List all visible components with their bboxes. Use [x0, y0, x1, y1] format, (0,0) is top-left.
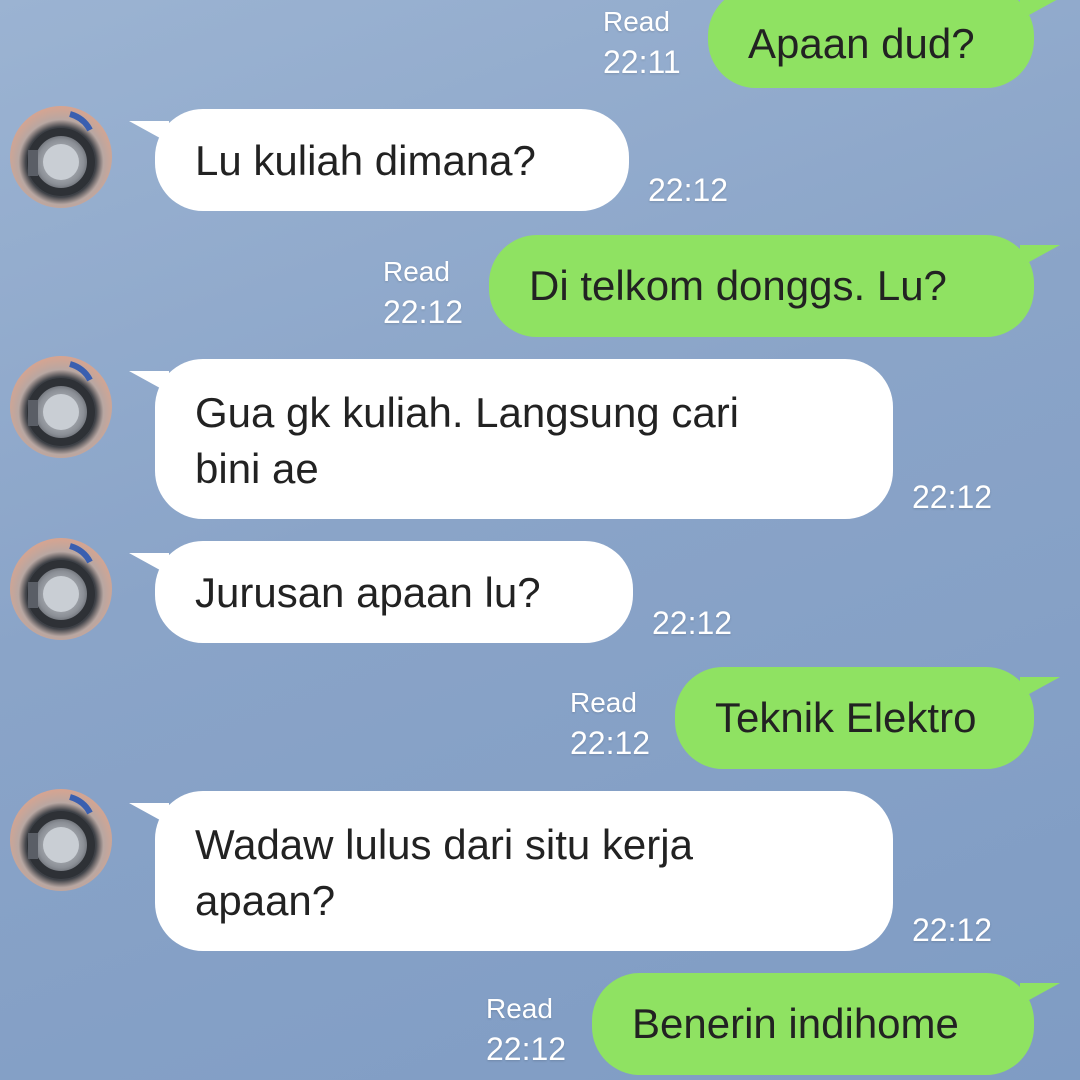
outgoing-message[interactable]: Benerin indihome	[592, 973, 1060, 1075]
bubble-tail	[129, 121, 169, 143]
read-receipt: Read	[570, 687, 637, 718]
incoming-message[interactable]: Lu kuliah dimana?	[129, 109, 629, 211]
contact-avatar-icon[interactable]	[10, 106, 112, 208]
bubble-tail	[129, 371, 169, 393]
contact-avatar-icon[interactable]	[10, 356, 112, 458]
incoming-message[interactable]: Jurusan apaan lu?	[129, 541, 633, 643]
message-text-line: apaan?	[195, 877, 336, 924]
contact-avatar-icon[interactable]	[10, 538, 112, 640]
message-text-line: Gua gk kuliah. Langsung cari	[195, 389, 740, 436]
message-time: 22:12	[570, 725, 651, 761]
bubble-tail	[1020, 677, 1060, 699]
message-time: 22:12	[383, 294, 464, 330]
chat-message-list[interactable]: Read 22:11 Apaan dud? Lu kuliah dimana? …	[0, 0, 1080, 1080]
bubble-tail	[1020, 0, 1060, 20]
message-text-line: bini ae	[195, 445, 319, 492]
bubble-tail	[1020, 983, 1060, 1005]
message-meta: Read 22:12	[570, 683, 650, 763]
read-receipt: Read	[603, 6, 670, 37]
message-time: 22:12	[912, 912, 993, 948]
incoming-message[interactable]: Wadaw lulus dari situ kerja apaan?	[129, 791, 893, 951]
message-text: Lu kuliah dimana?	[195, 137, 536, 184]
message-text: Teknik Elektro	[715, 694, 977, 741]
bubble-tail	[129, 553, 169, 575]
message-text: Di telkom donggs. Lu?	[529, 262, 947, 309]
message-meta: Read 22:12	[486, 989, 566, 1069]
message-text: Apaan dud?	[748, 20, 975, 67]
outgoing-message[interactable]: Teknik Elektro	[675, 667, 1060, 769]
bubble-tail	[129, 803, 169, 825]
read-receipt: Read	[486, 993, 553, 1024]
message-meta: Read 22:11	[603, 2, 681, 82]
read-receipt: Read	[383, 256, 450, 287]
message-text: Benerin indihome	[632, 1000, 959, 1047]
contact-avatar-icon[interactable]	[10, 789, 112, 891]
outgoing-message[interactable]: Di telkom donggs. Lu?	[489, 235, 1060, 337]
message-text: Jurusan apaan lu?	[195, 569, 541, 616]
message-time: 22:12	[486, 1031, 567, 1067]
message-meta: Read 22:12	[383, 252, 463, 332]
message-time: 22:12	[648, 172, 729, 208]
message-time: 22:12	[912, 479, 993, 515]
bubble-tail	[1020, 245, 1060, 267]
incoming-message[interactable]: Gua gk kuliah. Langsung cari bini ae	[129, 359, 893, 519]
message-time: 22:11	[603, 44, 681, 80]
message-time: 22:12	[652, 605, 733, 641]
outgoing-message[interactable]: Apaan dud?	[708, 0, 1060, 88]
message-text-line: Wadaw lulus dari situ kerja	[195, 821, 693, 868]
